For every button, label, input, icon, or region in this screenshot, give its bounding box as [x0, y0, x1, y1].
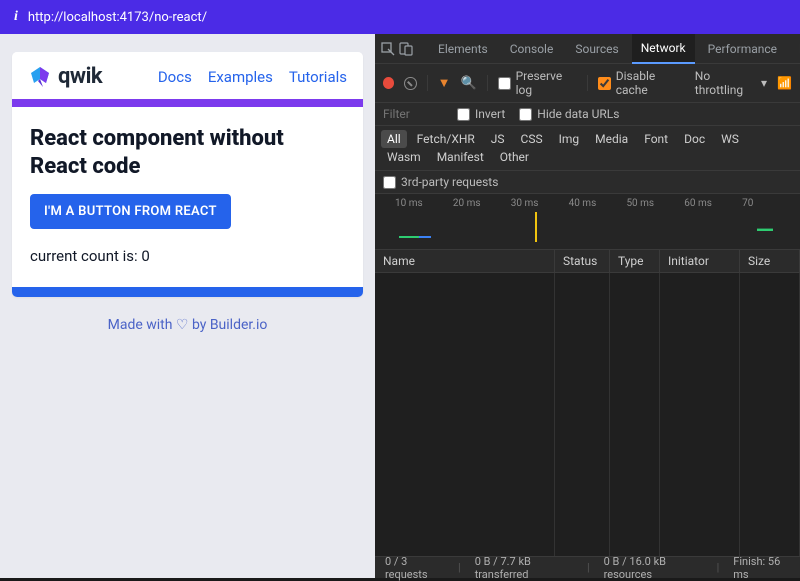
- throttling-select[interactable]: No throttling ▾: [695, 69, 767, 97]
- footer-accent-strip: [12, 287, 363, 297]
- col-name[interactable]: Name: [375, 250, 555, 272]
- tick-70: 70: [742, 198, 800, 209]
- tick-30: 30 ms: [511, 198, 569, 209]
- preserve-log-label: Preserve log: [516, 69, 577, 97]
- disable-cache-checkbox[interactable]: Disable cache: [598, 69, 685, 97]
- app-header: qwik Docs Examples Tutorials: [12, 52, 363, 99]
- network-columns: Name Status Type Initiator Size: [375, 250, 800, 273]
- network-filter-row: Invert Hide data URLs: [375, 103, 800, 126]
- third-party-row: 3rd-party requests: [375, 171, 800, 194]
- network-status-bar: 0 / 3 requests| 0 B / 7.7 kB transferred…: [375, 556, 800, 578]
- count-text: current count is: 0: [30, 247, 345, 265]
- tick-10: 10 ms: [395, 198, 453, 209]
- qwik-logo-text: qwik: [58, 64, 102, 89]
- hide-data-urls-label: Hide data URLs: [537, 107, 619, 121]
- hide-data-urls-checkbox[interactable]: Hide data URLs: [519, 107, 619, 121]
- wifi-icon[interactable]: 📶: [777, 76, 792, 90]
- timeline-bar-right: ▬▬: [757, 224, 773, 250]
- status-finish: Finish: 56 ms: [733, 555, 790, 581]
- app-card: qwik Docs Examples Tutorials React compo…: [12, 52, 363, 297]
- inspect-icon[interactable]: [381, 41, 395, 57]
- tab-sources[interactable]: Sources: [566, 34, 627, 64]
- throttling-label: No throttling: [695, 69, 757, 97]
- type-other[interactable]: Other: [494, 148, 535, 166]
- header-nav: Docs Examples Tutorials: [158, 68, 347, 86]
- browser-address-bar: i http://localhost:4173/no-react/: [0, 0, 800, 34]
- devtools-panel: Elements Console Sources Network Perform…: [375, 34, 800, 578]
- search-icon[interactable]: 🔍: [460, 76, 476, 91]
- devtools-tabs: Elements Console Sources Network Perform…: [375, 34, 800, 64]
- timeline-bar-green: [399, 212, 419, 238]
- col-status[interactable]: Status: [555, 250, 610, 272]
- col-initiator[interactable]: Initiator: [660, 250, 740, 272]
- nav-examples[interactable]: Examples: [208, 68, 273, 86]
- card-body: React component without React code I'M A…: [12, 107, 363, 287]
- col-size[interactable]: Size: [740, 250, 800, 272]
- type-img[interactable]: Img: [553, 130, 586, 148]
- record-icon[interactable]: [383, 77, 394, 89]
- type-media[interactable]: Media: [589, 130, 634, 148]
- tab-network[interactable]: Network: [632, 34, 695, 64]
- tab-elements[interactable]: Elements: [429, 34, 497, 64]
- type-ws[interactable]: WS: [715, 130, 745, 148]
- tick-60: 60 ms: [684, 198, 742, 209]
- type-css[interactable]: CSS: [515, 130, 549, 148]
- tick-20: 20 ms: [453, 198, 511, 209]
- status-transferred: 0 B / 7.7 kB transferred: [475, 555, 573, 581]
- timeline-ticks: 10 ms 20 ms 30 ms 40 ms 50 ms 60 ms 70: [375, 198, 800, 209]
- type-font[interactable]: Font: [638, 130, 674, 148]
- tab-memory[interactable]: Memo: [790, 34, 800, 64]
- nav-docs[interactable]: Docs: [158, 68, 192, 86]
- type-doc[interactable]: Doc: [678, 130, 711, 148]
- third-party-checkbox[interactable]: 3rd-party requests: [383, 175, 792, 189]
- page-title: React component without React code: [30, 125, 345, 180]
- tick-50: 50 ms: [626, 198, 684, 209]
- device-icon[interactable]: [399, 41, 413, 57]
- chevron-down-icon: ▾: [761, 76, 767, 90]
- network-toolbar: ▼ 🔍 Preserve log Disable cache No thrott…: [375, 64, 800, 103]
- filter-input[interactable]: [383, 107, 443, 121]
- qwik-logo-icon: [28, 65, 52, 89]
- preserve-log-checkbox[interactable]: Preserve log: [498, 69, 577, 97]
- invert-label: Invert: [475, 107, 505, 121]
- timeline-bar-blue: [419, 212, 431, 238]
- type-manifest[interactable]: Manifest: [431, 148, 490, 166]
- url-text[interactable]: http://localhost:4173/no-react/: [28, 10, 207, 25]
- qwik-logo[interactable]: qwik: [28, 64, 102, 89]
- status-resources: 0 B / 16.0 kB resources: [604, 555, 703, 581]
- nav-tutorials[interactable]: Tutorials: [289, 68, 347, 86]
- header-accent-strip: [12, 99, 363, 107]
- tab-performance[interactable]: Performance: [699, 34, 786, 64]
- info-icon[interactable]: i: [14, 9, 18, 25]
- network-timeline[interactable]: 10 ms 20 ms 30 ms 40 ms 50 ms 60 ms 70 ▬…: [375, 194, 800, 250]
- timeline-marker: [535, 212, 537, 242]
- made-with-footer[interactable]: Made with ♡ by Builder.io: [12, 317, 363, 333]
- type-wasm[interactable]: Wasm: [381, 148, 427, 166]
- network-rows-empty: [375, 273, 800, 556]
- status-requests: 0 / 3 requests: [385, 555, 444, 581]
- tick-40: 40 ms: [569, 198, 627, 209]
- clear-icon[interactable]: [404, 77, 416, 90]
- page-viewport: qwik Docs Examples Tutorials React compo…: [0, 34, 375, 578]
- tab-console[interactable]: Console: [501, 34, 563, 64]
- type-js[interactable]: JS: [485, 130, 511, 148]
- type-fetch-xhr[interactable]: Fetch/XHR: [411, 130, 481, 148]
- invert-checkbox[interactable]: Invert: [457, 107, 505, 121]
- react-button[interactable]: I'M A BUTTON FROM REACT: [30, 194, 231, 229]
- resource-type-filters: All Fetch/XHR JS CSS Img Media Font Doc …: [375, 126, 800, 171]
- filter-icon[interactable]: ▼: [438, 75, 451, 91]
- third-party-label: 3rd-party requests: [401, 175, 498, 189]
- disable-cache-label: Disable cache: [616, 69, 685, 97]
- col-type[interactable]: Type: [610, 250, 660, 272]
- type-all[interactable]: All: [381, 130, 407, 148]
